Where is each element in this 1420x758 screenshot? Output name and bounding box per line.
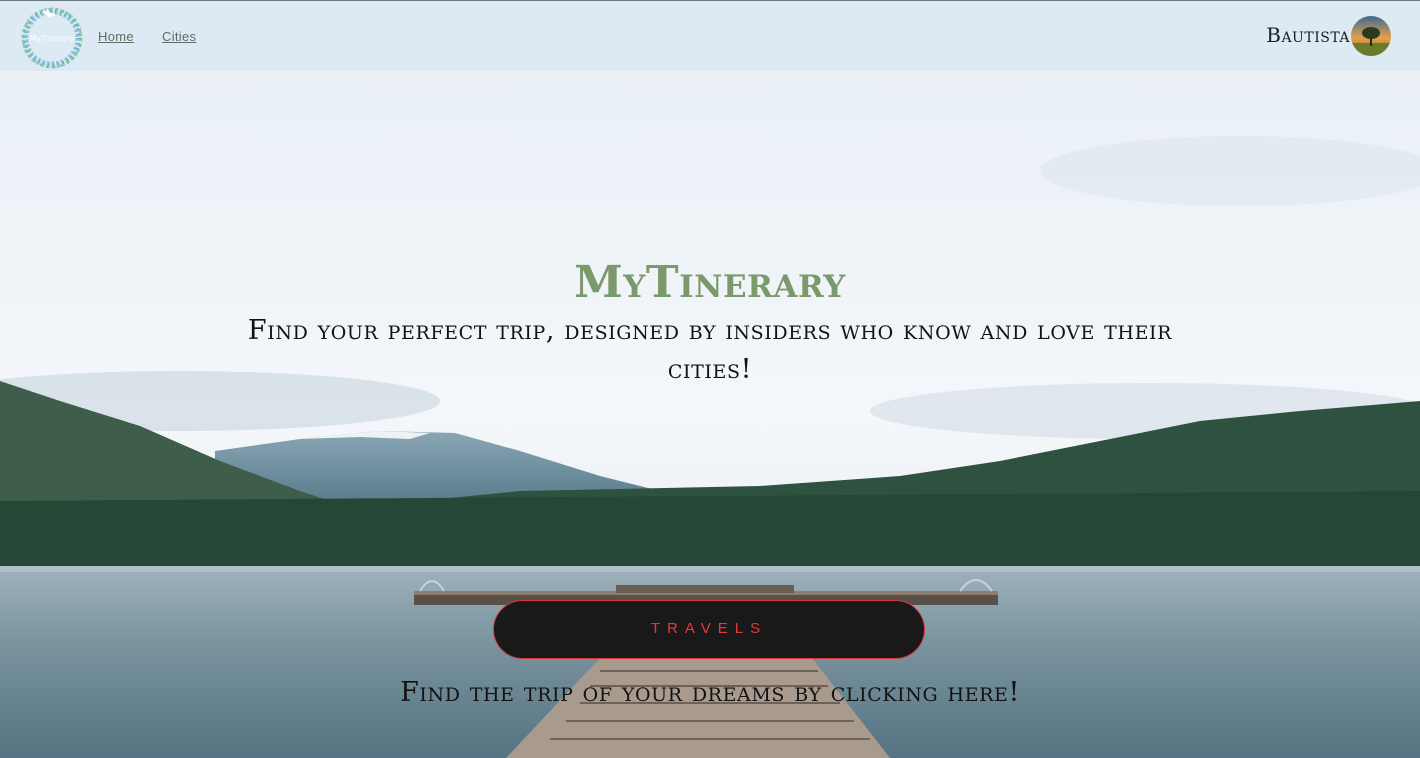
hero-subtitle: Find your perfect trip, designed by insi…: [247, 315, 1173, 385]
logo-text: MyTinerary: [30, 34, 75, 43]
navbar: MyTinerary Home Cities Bautista: [0, 0, 1420, 71]
travels-button[interactable]: TRAVELS: [493, 600, 925, 659]
user-name: Bautista: [1266, 23, 1350, 47]
hero-title: MyTinerary: [574, 257, 846, 308]
hero-section: MyTinerary Find your perfect trip, desig…: [0, 71, 1420, 758]
nav-link-home[interactable]: Home: [98, 29, 134, 44]
mytinerary-logo-icon[interactable]: MyTinerary: [19, 5, 85, 69]
user-avatar-tree-icon[interactable]: [1351, 16, 1391, 56]
nav-link-cities[interactable]: Cities: [162, 29, 196, 44]
cta-text: Find the trip of your dreams by clicking…: [400, 677, 1020, 708]
page: MyTinerary Home Cities Bautista MyTinera…: [0, 0, 1420, 758]
